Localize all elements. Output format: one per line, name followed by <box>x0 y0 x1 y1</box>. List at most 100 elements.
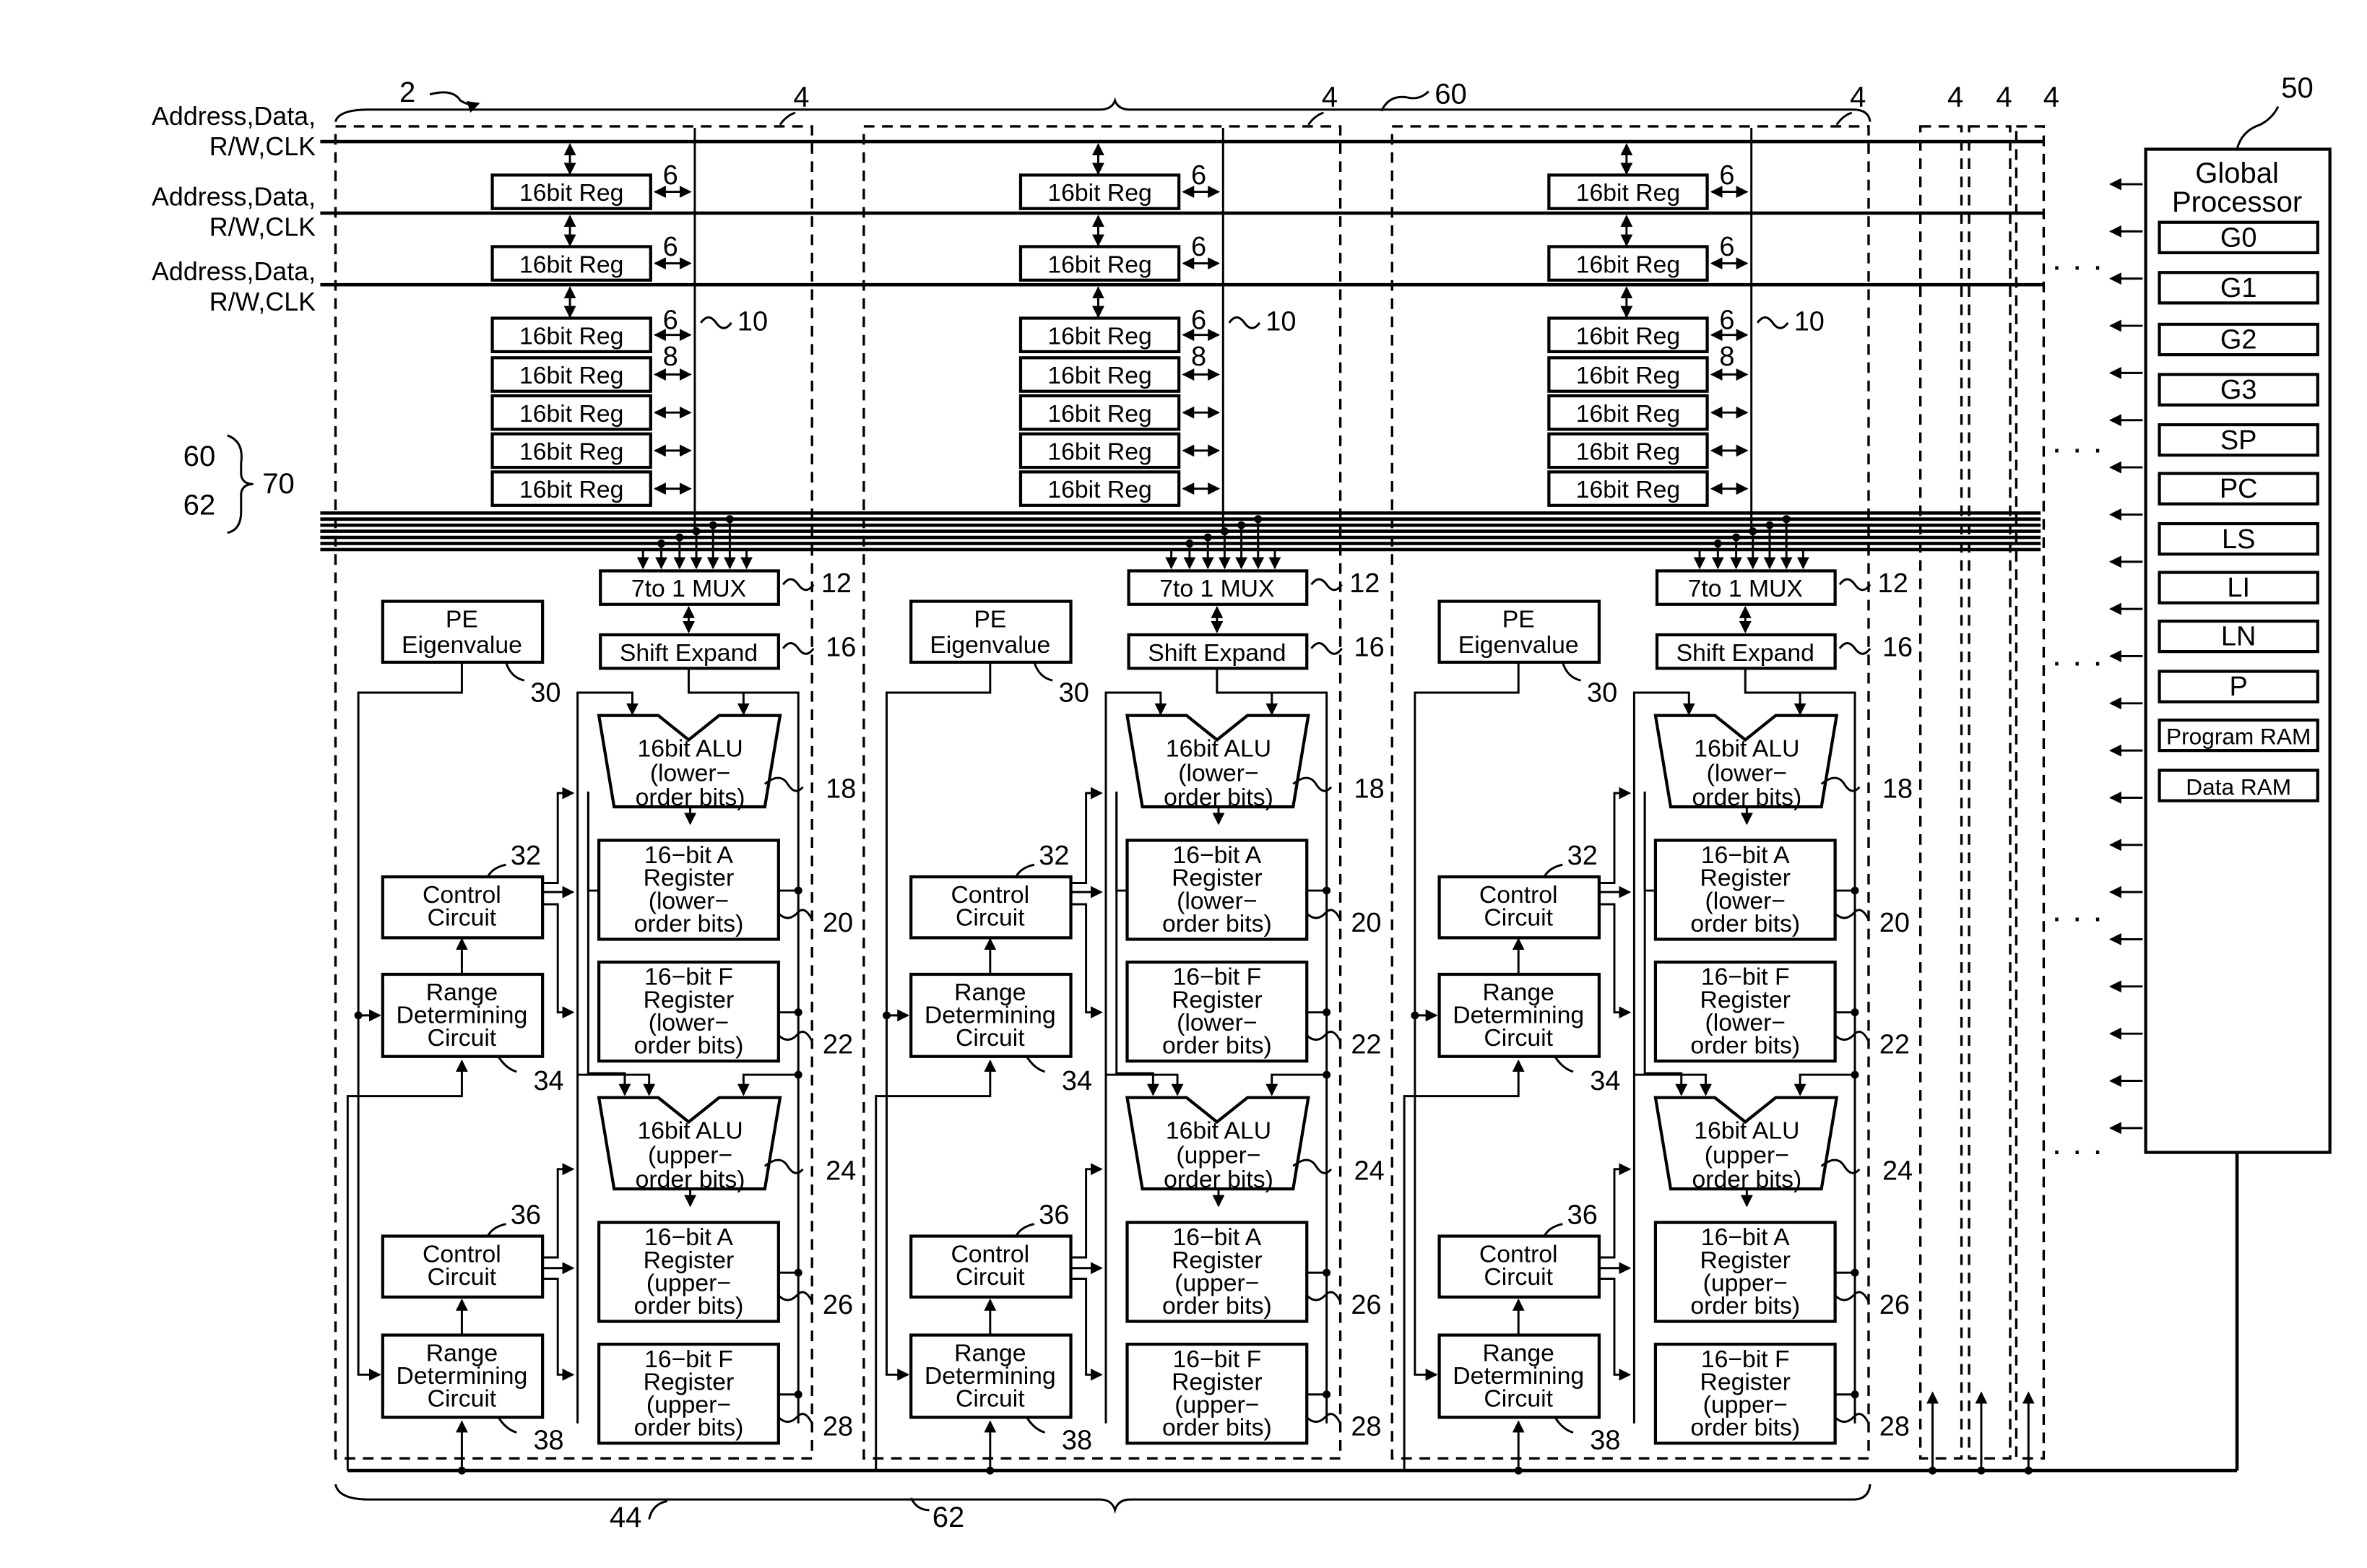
ref-12: 12 <box>1878 568 1908 599</box>
f-register-upper-label: order bits) <box>1690 1414 1800 1442</box>
gp-register-label: Program RAM <box>2166 724 2311 750</box>
pe-eigenvalue-label: PE <box>446 605 478 633</box>
gp-title-2: Processor <box>2172 186 2302 218</box>
gp-output-arrows <box>2109 178 2143 1135</box>
ref-16: 16 <box>826 632 856 662</box>
junction-dot <box>1323 1390 1331 1399</box>
register-label: 16bit Reg <box>1047 476 1151 503</box>
ref-24: 24 <box>1354 1156 1385 1187</box>
additional-pe-columns: 444 <box>1918 82 2059 1475</box>
junction-dot <box>692 527 701 536</box>
junction-dot <box>1713 539 1722 547</box>
junction-dot <box>1732 533 1741 542</box>
gp-register-label: PC <box>2220 474 2258 504</box>
register-label: 16bit Reg <box>519 179 623 207</box>
alu-upper-label: 16bit ALU <box>1694 1117 1799 1145</box>
f-register-upper-label: order bits) <box>634 1414 744 1442</box>
gp-register-label: G1 <box>2220 273 2257 303</box>
gp-register-label: G2 <box>2220 325 2257 355</box>
a-register-lower-label: order bits) <box>1162 910 1272 937</box>
ref-4: 4 <box>1947 82 1963 113</box>
junction-dot <box>1851 886 1859 895</box>
ref-20: 20 <box>1879 908 1910 938</box>
ref-24: 24 <box>826 1156 856 1187</box>
register-label: 16bit Reg <box>1047 179 1151 207</box>
register-label: 16bit Reg <box>519 438 623 466</box>
control-circuit-upper-label: Circuit <box>1484 1263 1553 1291</box>
ref-4: 4 <box>2043 82 2059 113</box>
ref-28: 28 <box>1351 1412 1381 1442</box>
ref-6: 6 <box>1191 160 1206 191</box>
junction-dot <box>1851 1390 1859 1399</box>
pe-eigenvalue-label: PE <box>974 605 1006 633</box>
ellipsis: · · · <box>2051 1131 2103 1169</box>
junction-dot <box>1237 521 1246 529</box>
a-register-lower-label: order bits) <box>634 910 744 937</box>
junction-dot <box>1765 521 1774 529</box>
junction-dot <box>1749 527 1757 536</box>
gp-register-label: G3 <box>2220 375 2257 405</box>
ref-10: 10 <box>737 306 768 337</box>
mux-label: 7to 1 MUX <box>1159 575 1274 602</box>
alu-lower-label: 16bit ALU <box>1166 735 1271 763</box>
bus-label-2a: Address,Data, <box>152 183 316 212</box>
junction-dot <box>794 1390 802 1399</box>
shift-expand-label: Shift Expand <box>620 639 758 667</box>
ref-34: 34 <box>533 1066 563 1096</box>
bus-label-2b: R/W,CLK <box>209 213 316 242</box>
ref-30: 30 <box>1059 678 1089 709</box>
a-register-upper-label: order bits) <box>1690 1292 1800 1320</box>
ref-16: 16 <box>1882 632 1913 662</box>
shift-expand-label: Shift Expand <box>1148 639 1286 667</box>
gp-register-label: SP <box>2220 425 2257 456</box>
ellipsis: · · · <box>2051 898 2103 936</box>
bus-group-bracket: 60 62 70 <box>183 434 295 534</box>
ellipsis: · · · <box>2051 430 2103 467</box>
alu-upper-label: (upper− <box>1705 1141 1789 1169</box>
junction-dot <box>1323 1070 1331 1079</box>
mux-label: 7to 1 MUX <box>1688 575 1803 602</box>
ref-6: 6 <box>663 232 678 262</box>
junction-dot <box>794 1070 802 1079</box>
junction-dot <box>1782 515 1791 524</box>
ref-38: 38 <box>1062 1426 1092 1456</box>
range-determining-upper-label: Circuit <box>1484 1385 1553 1413</box>
processing-element: 4 16bit Reg 16bit Reg 16bit Reg 16bit Reg 16b… <box>862 82 1385 1475</box>
gp-register-label: LN <box>2221 622 2256 652</box>
register-label: 16bit Reg <box>1576 476 1680 503</box>
ref-30: 30 <box>1587 678 1617 709</box>
gp-register-label: P <box>2230 672 2248 702</box>
ref-8: 8 <box>1719 342 1734 372</box>
bus-label-1a: Address,Data, <box>152 102 316 131</box>
ref-34: 34 <box>1062 1066 1092 1096</box>
ref-4: 4 <box>1996 82 2012 113</box>
ref-12: 12 <box>1349 568 1380 599</box>
f-register-lower-label: order bits) <box>634 1032 744 1060</box>
alu-lower-label: (lower− <box>650 759 731 787</box>
ref-70: 70 <box>262 468 295 500</box>
bus-label-3b: R/W,CLK <box>209 287 316 316</box>
alu-lower-label: (lower− <box>1178 759 1259 787</box>
pe-eigenvalue-label: Eigenvalue <box>1458 631 1579 659</box>
ref-8: 8 <box>663 342 678 372</box>
pe-eigenvalue-label: Eigenvalue <box>930 631 1050 659</box>
shift-expand-label: Shift Expand <box>1676 639 1814 667</box>
register-label: 16bit Reg <box>1047 322 1151 350</box>
ref-38: 38 <box>533 1426 563 1456</box>
ref-26: 26 <box>823 1290 853 1320</box>
register-label: 16bit Reg <box>1576 251 1680 278</box>
ref-26: 26 <box>1351 1290 1381 1320</box>
junction-dot <box>794 1268 802 1277</box>
alu-upper-label: 16bit ALU <box>637 1117 743 1145</box>
register-label: 16bit Reg <box>519 322 623 350</box>
ref-36: 36 <box>1039 1200 1069 1231</box>
range-determining-upper-label: Circuit <box>428 1385 497 1413</box>
range-determining-upper-label: Circuit <box>956 1385 1025 1413</box>
ref-2: 2 <box>399 77 415 108</box>
register-label: 16bit Reg <box>1047 400 1151 428</box>
ref-24: 24 <box>1882 1156 1913 1187</box>
register-label: 16bit Reg <box>1576 400 1680 428</box>
gp-register-label: G0 <box>2220 222 2257 253</box>
ref-6: 6 <box>1191 232 1206 262</box>
ref-16: 16 <box>1354 632 1385 662</box>
